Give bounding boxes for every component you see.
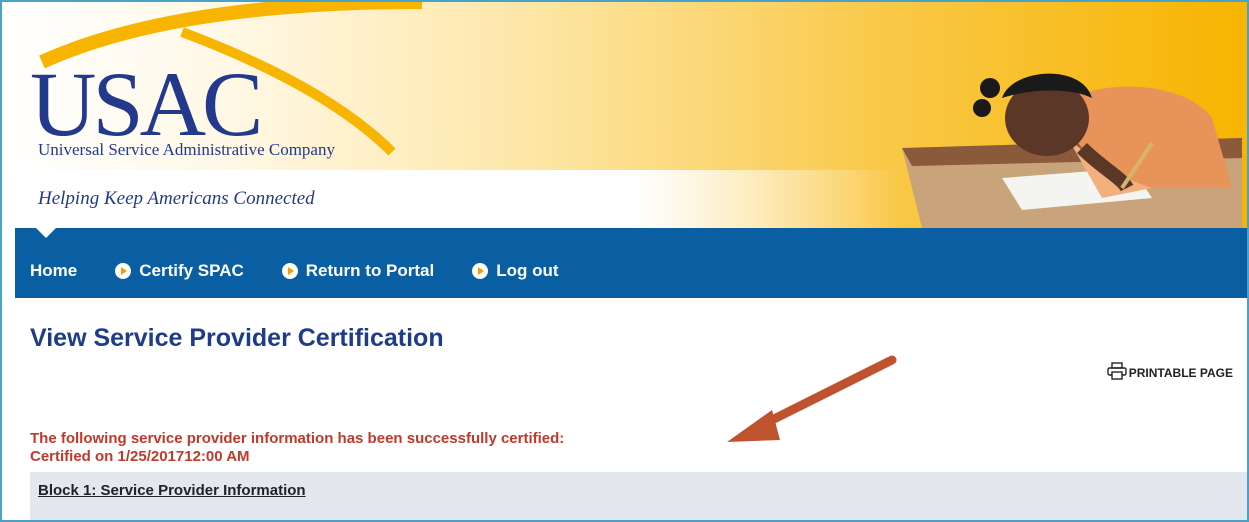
nav-item-label: Return to Portal — [305, 261, 435, 280]
nav-item-label: Certify SPAC — [139, 261, 244, 280]
nav-item-label: Home — [30, 261, 78, 280]
nav-item-home[interactable]: Home — [30, 245, 77, 281]
annotation-arrow — [727, 355, 897, 442]
nav-item-return-to-portal[interactable]: Return to Portal — [281, 245, 435, 281]
nav-item-certify-spac[interactable]: Certify SPAC — [115, 245, 244, 281]
arrow-circle-icon — [472, 263, 489, 279]
logo-subtitle: Universal Service Administrative Company — [38, 140, 335, 159]
student-photo — [902, 73, 1242, 228]
certification-message: The following service provider informati… — [30, 430, 564, 466]
page-frame: USAC Universal Service Administrative Co… — [0, 0, 1249, 522]
block-1-title[interactable]: Block 1: Service Provider Information — [38, 482, 306, 499]
certification-date: Certified on 1/25/201712:00 AM — [30, 448, 250, 465]
usac-logo[interactable]: USAC — [30, 58, 263, 150]
nav-item-log-out[interactable]: Log out — [472, 245, 559, 281]
certification-message-text: The following service provider informati… — [30, 430, 565, 447]
header-banner: USAC Universal Service Administrative Co… — [2, 2, 1247, 228]
nav-item-label: Log out — [496, 261, 559, 280]
tagline: Helping Keep Americans Connected — [38, 188, 315, 209]
printer-icon — [1107, 362, 1127, 380]
arrow-circle-icon — [115, 263, 132, 279]
nav-items: Home Certify SPAC Return to Portal Log o… — [15, 228, 559, 298]
printable-page-link[interactable]: PRINTABLE PAGE — [1107, 362, 1233, 380]
page-title: View Service Provider Certification — [30, 324, 444, 352]
arrow-circle-icon — [281, 263, 298, 279]
block-1-section: Block 1: Service Provider Information — [30, 472, 1247, 520]
printable-page-label: PRINTABLE PAGE — [1128, 366, 1233, 380]
